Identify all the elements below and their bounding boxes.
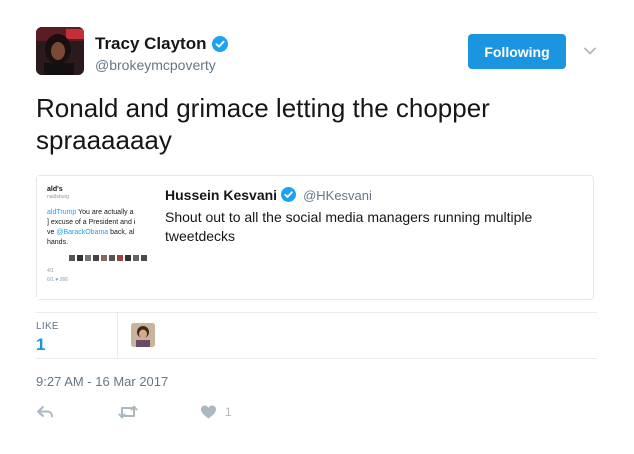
retweet-icon — [118, 404, 138, 420]
retweet-button[interactable] — [118, 404, 138, 420]
chevron-down-icon[interactable] — [582, 44, 598, 56]
thumb-stat: 6/1 ♥ 266 — [47, 277, 69, 283]
quoted-handle[interactable]: @HKesvani — [303, 188, 372, 203]
stat-separator — [117, 312, 118, 358]
author-handle[interactable]: @brokeymcpoverty — [95, 57, 216, 73]
liker-avatar[interactable] — [131, 323, 155, 347]
like-button[interactable]: 1 — [200, 404, 232, 420]
quoted-tweet-thumbnail[interactable]: ald's naldsburg aldTrump You are actuall… — [37, 176, 154, 299]
author-display-name[interactable]: Tracy Clayton — [95, 34, 207, 54]
following-button[interactable]: Following — [468, 34, 566, 69]
verified-badge-icon — [281, 187, 297, 203]
thumb-line: aldTrump You are actually a — [47, 209, 134, 216]
like-stat-count[interactable]: 1 — [36, 335, 45, 355]
like-stat-label: LIKE — [36, 321, 59, 332]
quoted-display-name[interactable]: Hussein Kesvani — [165, 187, 277, 203]
divider — [36, 312, 597, 313]
thumb-line: ] excuse of a President and i — [47, 219, 136, 226]
author-avatar[interactable] — [36, 27, 84, 75]
reply-button[interactable] — [36, 404, 54, 420]
thumb-line: naldsburg — [47, 194, 69, 200]
thumb-stat: 4/1 — [47, 268, 54, 274]
tweet-text: Ronald and grimace letting the chopper s… — [36, 93, 490, 155]
verified-badge-icon — [211, 36, 228, 52]
author-name-row: Tracy Clayton — [95, 34, 228, 54]
thumb-line: ve @BarackObama back, al — [47, 229, 135, 236]
quoted-author-row: Hussein Kesvani @HKesvani — [165, 187, 372, 203]
quoted-tweet-text: Shout out to all the social media manage… — [165, 209, 533, 244]
like-action-count: 1 — [225, 405, 232, 419]
heart-icon — [200, 404, 217, 420]
thumb-emoji-row — [69, 254, 151, 265]
tweet-timestamp[interactable]: 9:27 AM - 16 Mar 2017 — [36, 374, 168, 389]
reply-icon — [36, 404, 54, 420]
divider — [36, 358, 597, 359]
thumb-line: hands. — [47, 239, 69, 246]
